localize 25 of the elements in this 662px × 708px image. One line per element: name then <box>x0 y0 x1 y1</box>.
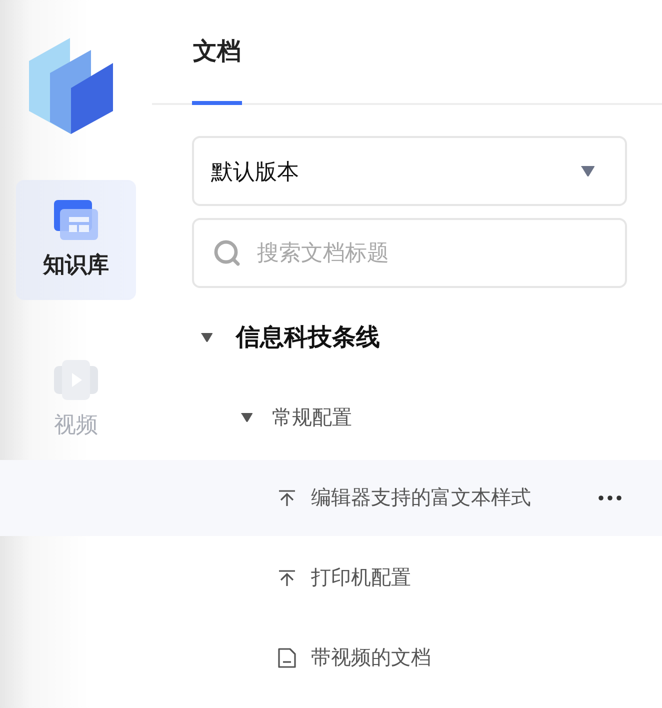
document-item[interactable]: 编辑器支持的富文本样式 <box>0 460 662 536</box>
logo-icon <box>29 38 113 134</box>
dropdown-caret-icon <box>580 164 596 178</box>
document-icon <box>277 647 297 669</box>
layout-icon <box>54 200 98 240</box>
nav-label: 视频 <box>54 411 98 439</box>
tab[interactable]: 文档 <box>192 0 242 105</box>
search-field[interactable]: 搜索文档标题 <box>192 218 627 288</box>
document-item[interactable]: 带视频的文档 <box>0 620 662 696</box>
search-icon <box>213 239 241 267</box>
pin-top-icon <box>277 488 297 508</box>
document-title: 编辑器支持的富文本样式 <box>311 486 531 511</box>
document-title: 带视频的文档 <box>311 646 431 671</box>
more-icon[interactable] <box>598 495 622 501</box>
nav-item[interactable]: 知识库 <box>16 180 136 300</box>
caret-icon[interactable] <box>200 332 214 344</box>
version-select[interactable]: 默认版本 <box>192 136 627 206</box>
caret-icon[interactable] <box>240 412 254 424</box>
play-icon <box>54 360 98 400</box>
folder-label[interactable]: 常规配置 <box>272 403 352 433</box>
nav-label: 知识库 <box>43 250 109 278</box>
folder-label[interactable]: 信息科技条线 <box>236 320 380 356</box>
document-item[interactable]: 打印机配置 <box>0 540 662 616</box>
document-title: 打印机配置 <box>311 566 411 591</box>
pin-top-icon <box>277 568 297 588</box>
